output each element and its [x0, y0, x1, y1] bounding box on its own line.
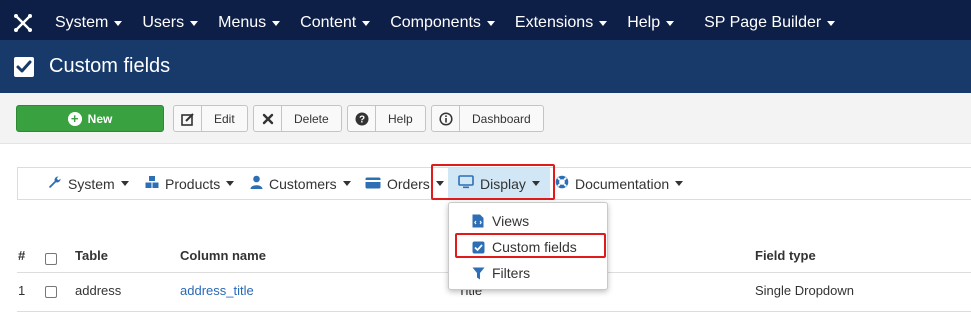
new-button[interactable]: + New: [16, 105, 164, 132]
row-number: 1: [18, 283, 26, 298]
toolbar: + New Edit Delete ? Help Dashboard: [0, 93, 971, 144]
caret-down-icon: [666, 20, 675, 26]
user-icon: [250, 175, 263, 192]
subnav-system[interactable]: System: [48, 168, 129, 199]
subnav-label: Documentation: [575, 175, 670, 192]
question-circle-icon: ?: [348, 106, 376, 131]
col-header-table[interactable]: Table: [75, 248, 108, 263]
topnav-label: Extensions: [514, 14, 594, 31]
close-icon: [254, 106, 282, 131]
help-button[interactable]: ? Help: [347, 105, 426, 132]
topnav-label: System: [55, 14, 109, 31]
page-title: Custom fields: [49, 55, 171, 77]
topnav-label: Help: [627, 14, 661, 31]
caret-down-icon: [120, 181, 129, 186]
dropdown-item-views[interactable]: Views: [449, 208, 607, 234]
caret-down-icon: [190, 20, 199, 26]
topnav-label: Menus: [218, 14, 267, 31]
dashboard-button[interactable]: Dashboard: [431, 105, 544, 132]
delete-button[interactable]: Delete: [253, 105, 342, 132]
highlight-box-custom-fields: [455, 233, 606, 258]
caret-down-icon: [675, 181, 684, 186]
subnav-label: Products: [165, 175, 221, 192]
col-header-column-name[interactable]: Column name: [180, 248, 266, 263]
caret-down-icon: [342, 181, 351, 186]
topnav-label: Components: [390, 14, 481, 31]
caret-down-icon: [226, 181, 235, 186]
edit-button-label: Edit: [214, 111, 235, 126]
row-column-name-link[interactable]: address_title: [180, 283, 254, 298]
subnav-products[interactable]: Products: [145, 168, 235, 199]
subnav-label: Customers: [269, 175, 337, 192]
highlight-box-display: [431, 164, 555, 200]
row-checkbox[interactable]: [45, 286, 57, 298]
dropdown-item-label: Views: [492, 213, 530, 229]
caret-down-icon: [114, 20, 123, 26]
life-ring-icon: [555, 175, 569, 192]
row-field-type: Single Dropdown: [755, 283, 855, 298]
plus-circle-icon: +: [67, 111, 82, 126]
file-code-icon: [471, 214, 485, 228]
edit-button[interactable]: Edit: [173, 105, 248, 132]
dropdown-item-label: Filters: [492, 265, 531, 281]
page: System Users Menus Content Components Ex…: [0, 0, 971, 323]
row-table: address: [75, 283, 122, 298]
caret-down-icon: [362, 20, 371, 26]
select-all-checkbox[interactable]: [45, 253, 57, 265]
info-circle-icon: [432, 106, 460, 131]
joomla-logo-icon[interactable]: [12, 12, 34, 34]
col-header-num: #: [18, 248, 26, 263]
col-header-field-type[interactable]: Field type: [755, 248, 816, 263]
new-button-label: New: [87, 111, 113, 126]
caret-down-icon: [599, 20, 608, 26]
subnav-customers[interactable]: Customers: [250, 168, 351, 199]
credit-card-icon: [365, 176, 381, 192]
svg-text:?: ?: [358, 114, 364, 125]
caret-down-icon: [486, 20, 495, 26]
cubes-icon: [145, 175, 159, 192]
caret-down-icon: [272, 20, 281, 26]
title-bar: Custom fields: [0, 40, 971, 93]
topnav-label: Content: [300, 14, 357, 31]
topnav-label: SP Page Builder: [704, 14, 822, 31]
delete-button-label: Delete: [294, 111, 329, 126]
topnav-label: Users: [142, 14, 185, 31]
subnav-label: Orders: [387, 175, 430, 192]
dashboard-button-label: Dashboard: [472, 111, 531, 126]
subnav-label: System: [68, 175, 115, 192]
check-square-icon: [14, 57, 34, 77]
subnav-documentation[interactable]: Documentation: [555, 168, 684, 199]
filter-icon: [471, 266, 485, 280]
table-divider: [17, 311, 971, 312]
dropdown-item-filters[interactable]: Filters: [449, 260, 607, 286]
caret-down-icon: [827, 20, 836, 26]
help-button-label: Help: [388, 111, 413, 126]
wrench-icon: [48, 175, 62, 192]
edit-icon: [174, 106, 202, 131]
